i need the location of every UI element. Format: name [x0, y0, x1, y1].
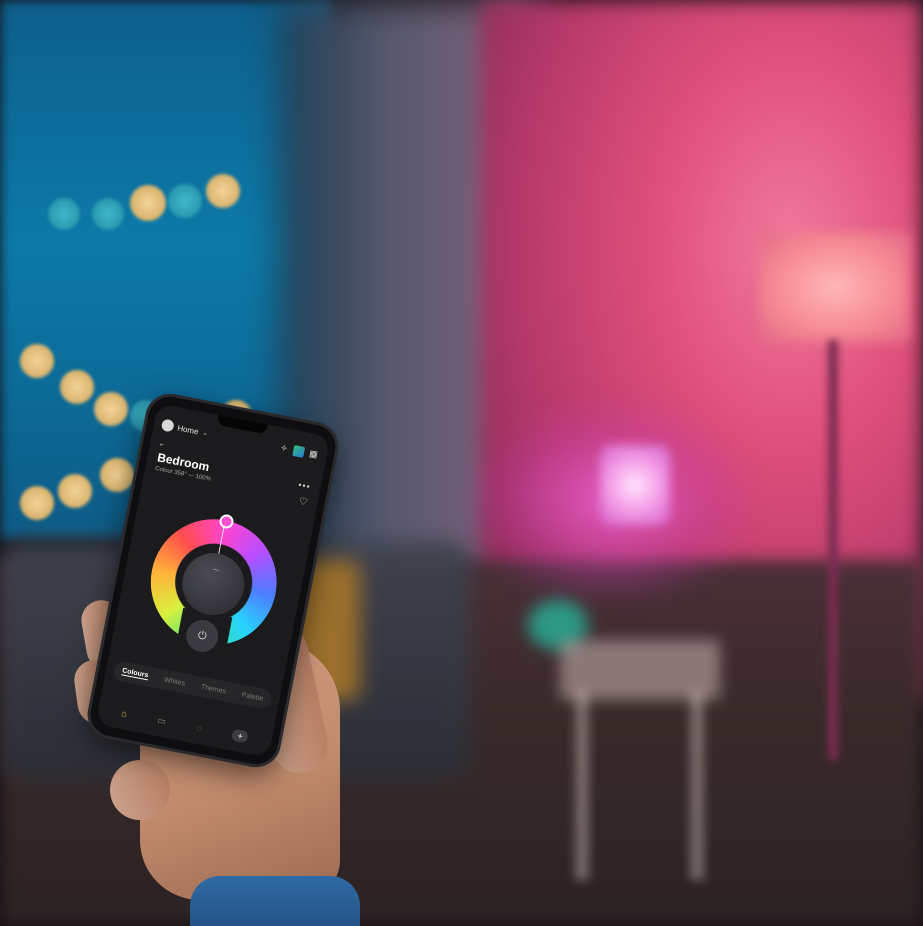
rooms-icon[interactable]: ▭ [157, 715, 167, 727]
side-table-leg [690, 690, 704, 880]
scene-thumbnail-icon[interactable] [292, 444, 306, 458]
knob-mark: — [212, 566, 220, 574]
tab-themes[interactable]: Themes [200, 683, 226, 695]
bokeh-light [206, 174, 240, 208]
more-icon[interactable]: ••• [297, 480, 311, 492]
chevron-down-icon[interactable]: ⌄ [202, 428, 209, 437]
home-selector[interactable]: Home [177, 423, 200, 436]
tab-colours[interactable]: Colours [121, 667, 149, 681]
floor-lamp-shade [760, 232, 910, 342]
bokeh-light [60, 370, 94, 404]
avatar[interactable] [160, 418, 175, 433]
bokeh-light [130, 185, 166, 221]
bokeh-light [94, 392, 128, 426]
bokeh-light [168, 184, 202, 218]
back-icon[interactable]: ⌄ [157, 438, 165, 448]
home-icon[interactable]: ⌂ [121, 708, 128, 719]
side-table-leg [575, 690, 589, 880]
tab-whites[interactable]: Whites [163, 676, 185, 687]
glowing-table-lamp [600, 445, 670, 525]
bokeh-light [58, 474, 92, 508]
add-device-icon[interactable]: ✧ [278, 442, 291, 455]
topbar-spacer [212, 434, 275, 446]
heart-icon[interactable]: ♡ [298, 496, 309, 509]
bokeh-light [92, 198, 124, 230]
grid-icon[interactable]: ▦ [307, 447, 320, 460]
floor-lamp-pole [828, 340, 838, 760]
bokeh-light [48, 198, 80, 230]
sleeve [190, 876, 360, 926]
power-icon: ⏻ [196, 628, 208, 643]
photo-scene: Home ⌄ ✧ ▦ ⌄ Bedroom Colour 358° — 100% … [0, 0, 923, 926]
scenes-icon[interactable]: ◌ [196, 723, 203, 734]
add-icon[interactable]: + [231, 728, 250, 744]
bokeh-light [20, 344, 54, 378]
mode-tabs: Colours Whites Themes Palette [112, 659, 274, 711]
tab-palette[interactable]: Palette [241, 691, 264, 702]
bokeh-light [100, 458, 134, 492]
bokeh-light [20, 486, 54, 520]
